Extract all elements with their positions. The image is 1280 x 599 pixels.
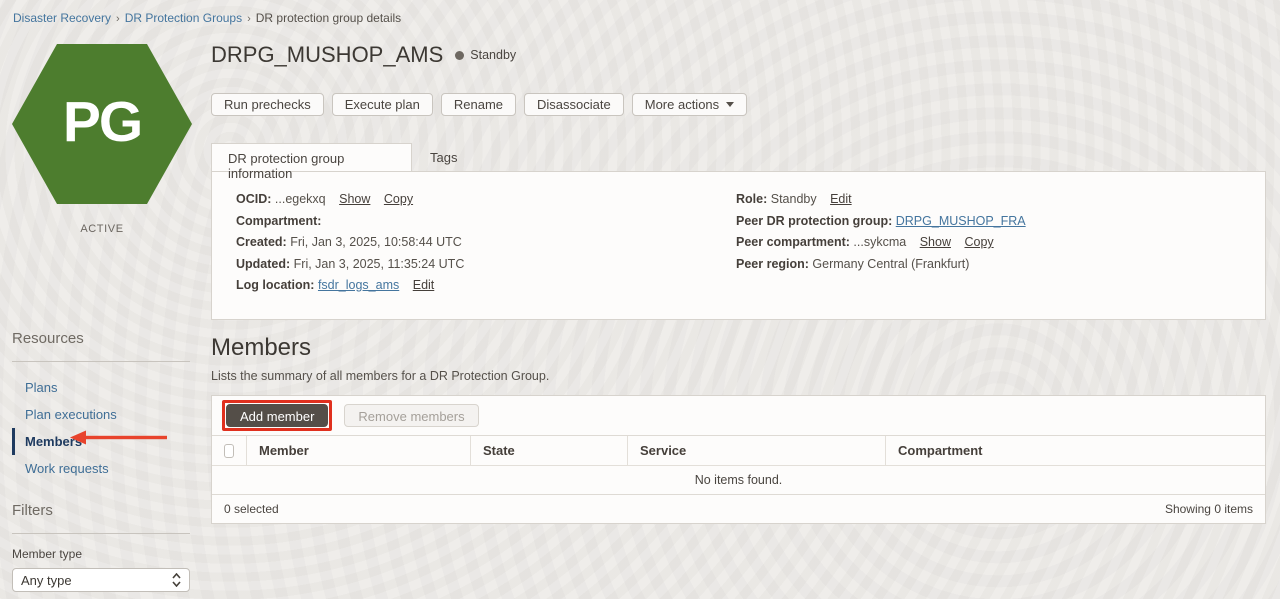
member-type-label: Member type bbox=[12, 547, 83, 561]
column-header-member: Member bbox=[247, 436, 471, 465]
sidebar-item-plan-executions[interactable]: Plan executions bbox=[12, 401, 190, 428]
chevron-right-icon: › bbox=[247, 13, 251, 25]
select-all-cell bbox=[212, 436, 247, 465]
annotation-arrow-icon bbox=[70, 430, 167, 445]
column-header-state: State bbox=[471, 436, 628, 465]
info-row-peer-compartment: Peer compartment: ...sykcma Show Copy bbox=[736, 236, 1026, 249]
role-label: Role: bbox=[736, 192, 768, 206]
tab-tags[interactable]: Tags bbox=[412, 143, 475, 171]
info-row-compartment: Compartment: bbox=[236, 213, 464, 228]
role-status-badge: Standby bbox=[455, 48, 516, 62]
members-section-heading: Members bbox=[211, 334, 312, 361]
filters-heading: Filters bbox=[12, 502, 190, 534]
peer-region-label: Peer region: bbox=[736, 256, 809, 271]
members-section-description: Lists the summary of all members for a D… bbox=[211, 369, 550, 383]
peer-compartment-label: Peer compartment: bbox=[736, 235, 850, 249]
info-column-left: OCID: ...egekxq Show Copy Compartment: C… bbox=[236, 193, 464, 301]
members-table-header: Member State Service Compartment bbox=[212, 435, 1265, 465]
updated-value: Fri, Jan 3, 2025, 11:35:24 UTC bbox=[293, 256, 465, 271]
role-status-label: Standby bbox=[470, 48, 517, 62]
pg-hexagon-label: PG bbox=[62, 90, 143, 154]
selected-count-label: 0 selected bbox=[224, 502, 279, 516]
role-edit-link[interactable]: Edit bbox=[830, 192, 852, 206]
status-dot-icon bbox=[455, 50, 465, 60]
info-row-peer-region: Peer region: Germany Central (Frankfurt) bbox=[736, 256, 1026, 271]
log-location-edit-link[interactable]: Edit bbox=[413, 278, 435, 292]
peer-group-label: Peer DR protection group: bbox=[736, 213, 893, 228]
peer-compartment-copy-link[interactable]: Copy bbox=[964, 235, 993, 249]
run-prechecks-button[interactable]: Run prechecks bbox=[211, 93, 324, 116]
peer-group-link[interactable]: DRPG_MUSHOP_FRA bbox=[896, 214, 1026, 228]
dr-protection-group-information-panel: OCID: ...egekxq Show Copy Compartment: C… bbox=[211, 171, 1266, 320]
peer-region-value: Germany Central (Frankfurt) bbox=[812, 256, 970, 271]
ocid-value: ...egekxq bbox=[274, 192, 326, 206]
empty-table-message: No items found. bbox=[212, 465, 1265, 494]
more-actions-button[interactable]: More actions bbox=[631, 93, 748, 116]
member-type-selected-value: Any type bbox=[21, 572, 72, 588]
member-type-select[interactable]: Any type bbox=[12, 568, 190, 592]
execute-plan-button[interactable]: Execute plan bbox=[331, 93, 433, 116]
log-location-link[interactable]: fsdr_logs_ams bbox=[318, 278, 399, 292]
breadcrumb: Disaster Recovery › DR Protection Groups › D… bbox=[13, 11, 401, 25]
role-value: Standby bbox=[770, 192, 817, 206]
add-member-button[interactable]: Add member bbox=[226, 404, 329, 427]
resources-heading: Resources bbox=[12, 330, 190, 362]
breadcrumb-current-page: DR protection group details bbox=[255, 11, 402, 25]
ocid-show-link[interactable]: Show bbox=[339, 192, 370, 206]
breadcrumb-disaster-recovery[interactable]: Disaster Recovery bbox=[13, 11, 111, 25]
compartment-label: Compartment: bbox=[236, 213, 322, 228]
tab-dr-protection-group-information[interactable]: DR protection group information bbox=[211, 143, 412, 181]
info-row-role: Role: Standby Edit bbox=[736, 193, 1026, 206]
page-title: DRPG_MUSHOP_AMS bbox=[211, 42, 444, 67]
info-row-log-location: Log location: fsdr_logs_ams Edit bbox=[236, 279, 464, 292]
members-table-toolbar: Add member Remove members bbox=[212, 396, 1265, 435]
more-actions-label: More actions bbox=[644, 97, 720, 112]
info-row-ocid: OCID: ...egekxq Show Copy bbox=[236, 193, 464, 206]
showing-count-label: Showing 0 items bbox=[1164, 502, 1253, 516]
info-row-updated: Updated: Fri, Jan 3, 2025, 11:35:24 UTC bbox=[236, 256, 465, 271]
created-value: Fri, Jan 3, 2025, 10:58:44 UTC bbox=[290, 235, 462, 249]
peer-compartment-show-link[interactable]: Show bbox=[920, 235, 951, 249]
tab-bar: DR protection group information Tags bbox=[211, 143, 1266, 181]
peer-compartment-value: ...sykcma bbox=[853, 235, 907, 249]
info-row-created: Created: Fri, Jan 3, 2025, 10:58:44 UTC bbox=[236, 236, 464, 249]
column-header-compartment: Compartment bbox=[898, 443, 983, 458]
column-header-service: Service bbox=[628, 436, 886, 465]
breadcrumb-dr-protection-groups[interactable]: DR Protection Groups bbox=[125, 11, 242, 25]
ocid-label: OCID: bbox=[236, 192, 272, 206]
info-column-right: Role: Standby Edit Peer DR protection gr… bbox=[736, 193, 1026, 279]
created-label: Created: bbox=[236, 235, 287, 249]
annotation-highlight-box: Add member bbox=[222, 400, 333, 431]
sidebar-item-plans[interactable]: Plans bbox=[12, 374, 190, 401]
rename-button[interactable]: Rename bbox=[440, 93, 517, 116]
members-table: Add member Remove members Member State S… bbox=[211, 395, 1266, 524]
main-content: DRPG_MUSHOP_AMS Standby Run prechecks Ex… bbox=[211, 42, 1266, 524]
entity-badge: PG ACTIVE bbox=[12, 44, 192, 235]
lifecycle-state-label: ACTIVE bbox=[80, 223, 124, 235]
info-row-peer-group: Peer DR protection group: DRPG_MUSHOP_FR… bbox=[736, 213, 1026, 228]
caret-down-icon bbox=[726, 102, 735, 107]
remove-members-button[interactable]: Remove members bbox=[344, 404, 479, 427]
disassociate-button[interactable]: Disassociate bbox=[524, 93, 624, 116]
select-stepper-icon bbox=[172, 573, 181, 587]
ocid-copy-link[interactable]: Copy bbox=[384, 192, 413, 206]
log-location-label: Log location: bbox=[236, 278, 315, 292]
chevron-right-icon: › bbox=[116, 13, 120, 25]
updated-label: Updated: bbox=[236, 256, 291, 271]
action-buttons: Run prechecks Execute plan Rename Disass… bbox=[211, 93, 1266, 116]
sidebar: Resources Plans Plan executions Members … bbox=[12, 330, 190, 592]
resources-list: Plans Plan executions Members Work reque… bbox=[12, 374, 190, 482]
select-all-checkbox[interactable] bbox=[224, 443, 234, 458]
sidebar-item-work-requests[interactable]: Work requests bbox=[12, 455, 190, 482]
members-table-footer: 0 selected Showing 0 items bbox=[212, 494, 1265, 523]
